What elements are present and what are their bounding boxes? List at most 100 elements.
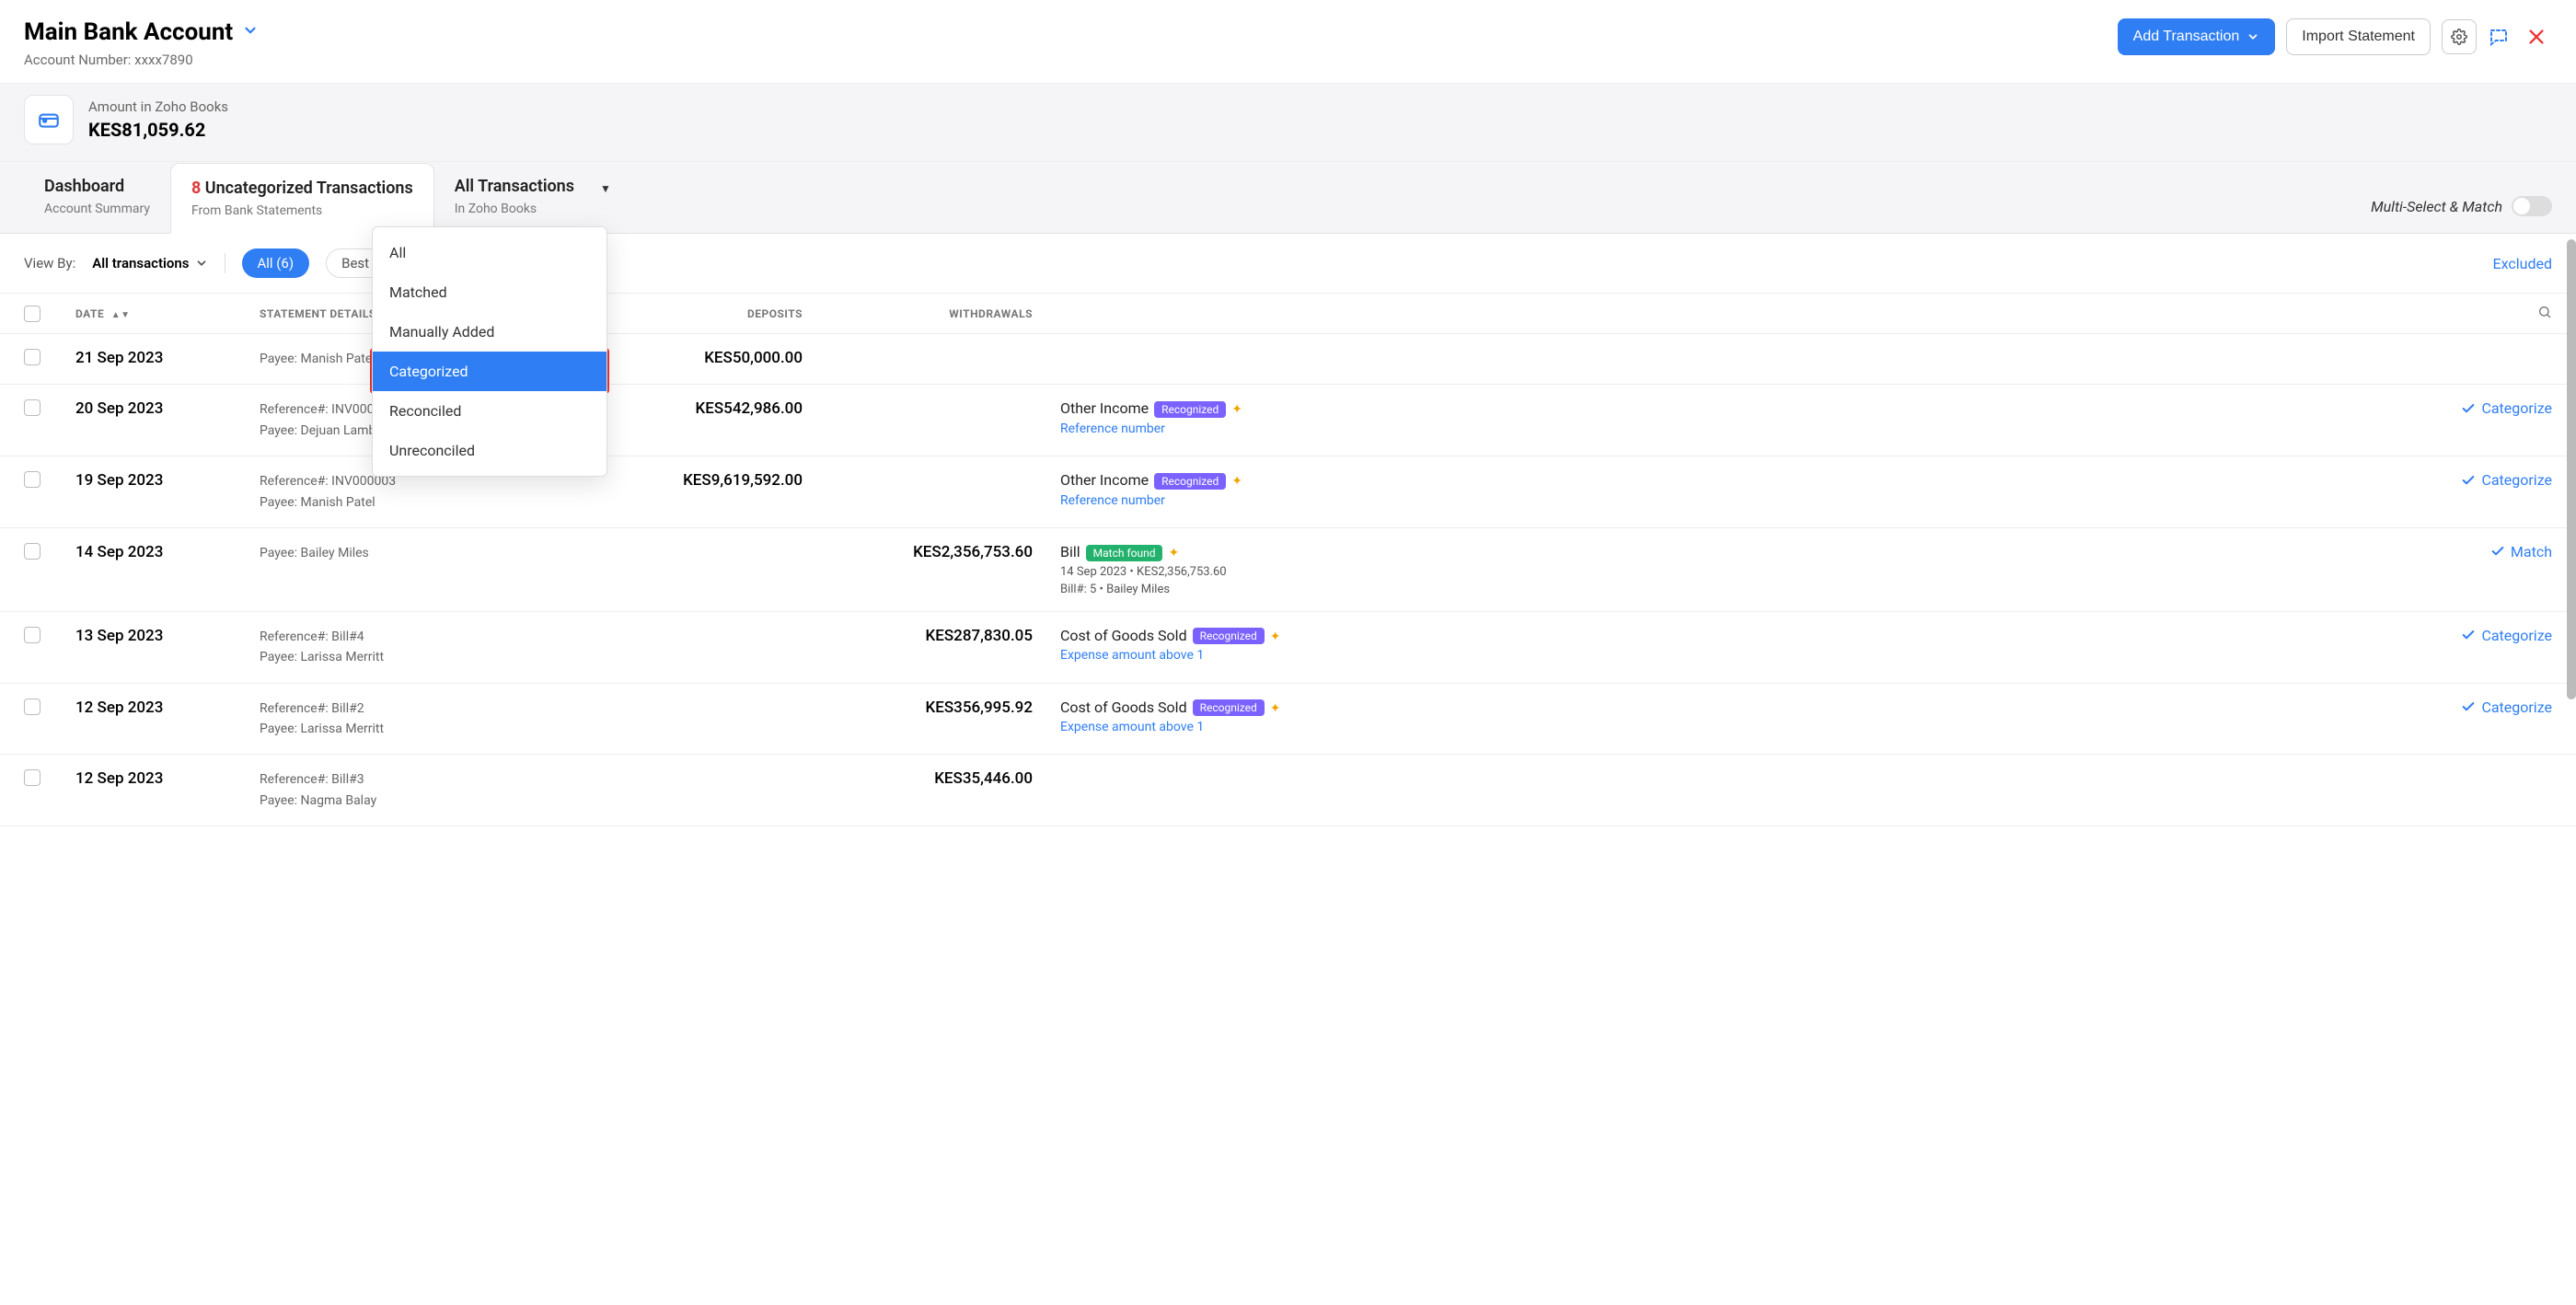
- search-button[interactable]: [2537, 309, 2552, 322]
- account-subtitle: Account Number: xxxx7890: [24, 52, 259, 68]
- chat-button[interactable]: [2488, 26, 2510, 48]
- filter-pill-all[interactable]: All (6): [242, 248, 310, 278]
- categorize-button[interactable]: Categorize: [2461, 471, 2552, 489]
- add-transaction-button[interactable]: Add Transaction: [2118, 18, 2276, 55]
- row-withdrawals: KES2,356,753.60: [830, 543, 1060, 561]
- status-title: Bill: [1060, 543, 1080, 560]
- multi-select-toggle[interactable]: [2512, 196, 2552, 216]
- row-checkbox[interactable]: [24, 349, 40, 365]
- status-link[interactable]: Expense amount above 1: [1060, 720, 2423, 734]
- table-row[interactable]: 12 Sep 2023Reference#: Bill#3Payee: Nagm…: [0, 755, 2576, 826]
- status-badge: Match found: [1086, 545, 1163, 561]
- tab-all-title: All Transactions: [455, 177, 574, 196]
- multi-select-label: Multi-Select & Match: [2371, 198, 2502, 215]
- table-row[interactable]: 14 Sep 2023Payee: Bailey MilesKES2,356,7…: [0, 528, 2576, 612]
- col-date[interactable]: DATE ▲▼: [75, 307, 260, 320]
- table-row[interactable]: 12 Sep 2023Reference#: Bill#2Payee: Lari…: [0, 684, 2576, 756]
- row-checkbox[interactable]: [24, 769, 40, 786]
- chevron-down-icon[interactable]: [242, 22, 259, 42]
- col-withdrawals[interactable]: WITHDRAWALS: [830, 307, 1060, 320]
- dropdown-item-categorized[interactable]: Categorized: [373, 352, 606, 391]
- excluded-link[interactable]: Excluded: [2493, 255, 2553, 272]
- dropdown-item-all[interactable]: All: [373, 233, 606, 272]
- categorize-button[interactable]: Categorize: [2461, 699, 2552, 716]
- row-status: Cost of Goods SoldRecognized✦Expense amo…: [1060, 627, 2423, 664]
- status-title: Other Income: [1060, 399, 1149, 417]
- status-link[interactable]: Expense amount above 1: [1060, 648, 2423, 663]
- row-details: Reference#: Bill#2Payee: Larissa Merritt: [260, 699, 591, 740]
- status-badge: Recognized: [1154, 473, 1226, 490]
- tabs-more-caret[interactable]: ▼: [595, 177, 617, 201]
- row-details: Reference#: Bill#4Payee: Larissa Merritt: [260, 627, 591, 668]
- row-status: Other Income Recognized ✦ Reference number: [1060, 399, 2423, 436]
- select-all-checkbox[interactable]: [24, 306, 40, 322]
- tab-all-sub: In Zoho Books: [455, 202, 574, 216]
- dropdown-item-matched[interactable]: Matched: [373, 272, 606, 312]
- scrollbar[interactable]: [2567, 239, 2576, 699]
- toggle-knob: [2513, 198, 2530, 214]
- tab-uncategorized-label: Uncategorized Transactions: [205, 179, 413, 198]
- tab-uncategorized[interactable]: 8 Uncategorized Transactions From Bank S…: [170, 163, 434, 234]
- import-statement-label: Import Statement: [2302, 29, 2415, 45]
- status-badge: Recognized: [1193, 699, 1265, 716]
- col-date-label: DATE: [75, 307, 104, 320]
- row-date: 21 Sep 2023: [75, 349, 260, 367]
- match-button[interactable]: Match: [2490, 543, 2552, 560]
- sparkle-icon: ✦: [1231, 402, 1242, 417]
- table-row[interactable]: 13 Sep 2023Reference#: Bill#4Payee: Lari…: [0, 612, 2576, 684]
- tab-all-transactions[interactable]: All Transactions In Zoho Books: [434, 162, 595, 233]
- status-badge: Recognized: [1154, 401, 1226, 418]
- action-label: Categorize: [2481, 699, 2552, 716]
- chevron-down-icon: [2247, 30, 2259, 43]
- import-statement-button[interactable]: Import Statement: [2286, 18, 2431, 55]
- row-date: 12 Sep 2023: [75, 769, 260, 788]
- row-checkbox[interactable]: [24, 471, 40, 488]
- row-deposits: KES542,986.00: [591, 399, 830, 418]
- tab-uncategorized-count: 8: [191, 179, 201, 198]
- tab-dashboard-title: Dashboard: [44, 177, 150, 196]
- row-checkbox[interactable]: [24, 399, 40, 416]
- row-action: Categorize: [2423, 699, 2552, 719]
- col-deposits[interactable]: DEPOSITS: [591, 307, 830, 320]
- row-action: Categorize: [2423, 471, 2552, 491]
- status-link[interactable]: Reference number: [1060, 422, 2423, 436]
- tab-dashboard-sub: Account Summary: [44, 202, 150, 216]
- view-by-dropdown[interactable]: All transactions: [92, 255, 207, 271]
- summary-amount: KES81,059.62: [88, 119, 228, 141]
- check-icon: [2461, 699, 2476, 714]
- sparkle-icon: ✦: [1231, 474, 1242, 489]
- row-withdrawals: KES287,830.05: [830, 627, 1060, 645]
- row-checkbox[interactable]: [24, 699, 40, 715]
- account-title[interactable]: Main Bank Account: [24, 18, 233, 46]
- row-status: BillMatch found✦14 Sep 2023 • KES2,356,7…: [1060, 543, 2423, 596]
- dropdown-item-reconciled[interactable]: Reconciled: [373, 391, 606, 431]
- check-icon: [2461, 401, 2476, 416]
- row-withdrawals: KES35,446.00: [830, 769, 1060, 788]
- tab-dashboard[interactable]: Dashboard Account Summary: [24, 162, 170, 233]
- bank-icon: [24, 95, 74, 144]
- row-date: 13 Sep 2023: [75, 627, 260, 645]
- row-checkbox[interactable]: [24, 627, 40, 643]
- categorize-button[interactable]: Categorize: [2461, 399, 2552, 417]
- sort-icon: ▲▼: [111, 310, 131, 320]
- row-action: Categorize: [2423, 399, 2552, 420]
- check-icon: [2461, 628, 2476, 642]
- settings-button[interactable]: [2442, 19, 2477, 54]
- status-badge: Recognized: [1193, 628, 1265, 644]
- categorize-button[interactable]: Categorize: [2461, 627, 2552, 644]
- row-checkbox[interactable]: [24, 543, 40, 560]
- close-button[interactable]: [2521, 21, 2552, 52]
- dropdown-item-manually-added[interactable]: Manually Added: [373, 312, 606, 352]
- row-status: Other IncomeRecognized✦Reference number: [1060, 471, 2423, 508]
- row-deposits: KES9,619,592.00: [591, 471, 830, 490]
- status-title: Cost of Goods Sold: [1060, 627, 1187, 644]
- status-link[interactable]: Reference number: [1060, 493, 2423, 508]
- filter-dropdown-menu: AllMatchedManually AddedCategorizedRecon…: [372, 226, 607, 477]
- row-status: Cost of Goods SoldRecognized✦Expense amo…: [1060, 699, 2423, 735]
- status-title: Cost of Goods Sold: [1060, 699, 1187, 716]
- action-label: Match: [2511, 543, 2552, 560]
- view-by-label: View By:: [24, 255, 75, 271]
- row-details: Payee: Bailey Miles: [260, 543, 591, 563]
- dropdown-item-unreconciled[interactable]: Unreconciled: [373, 431, 606, 470]
- row-action: Categorize: [2423, 627, 2552, 647]
